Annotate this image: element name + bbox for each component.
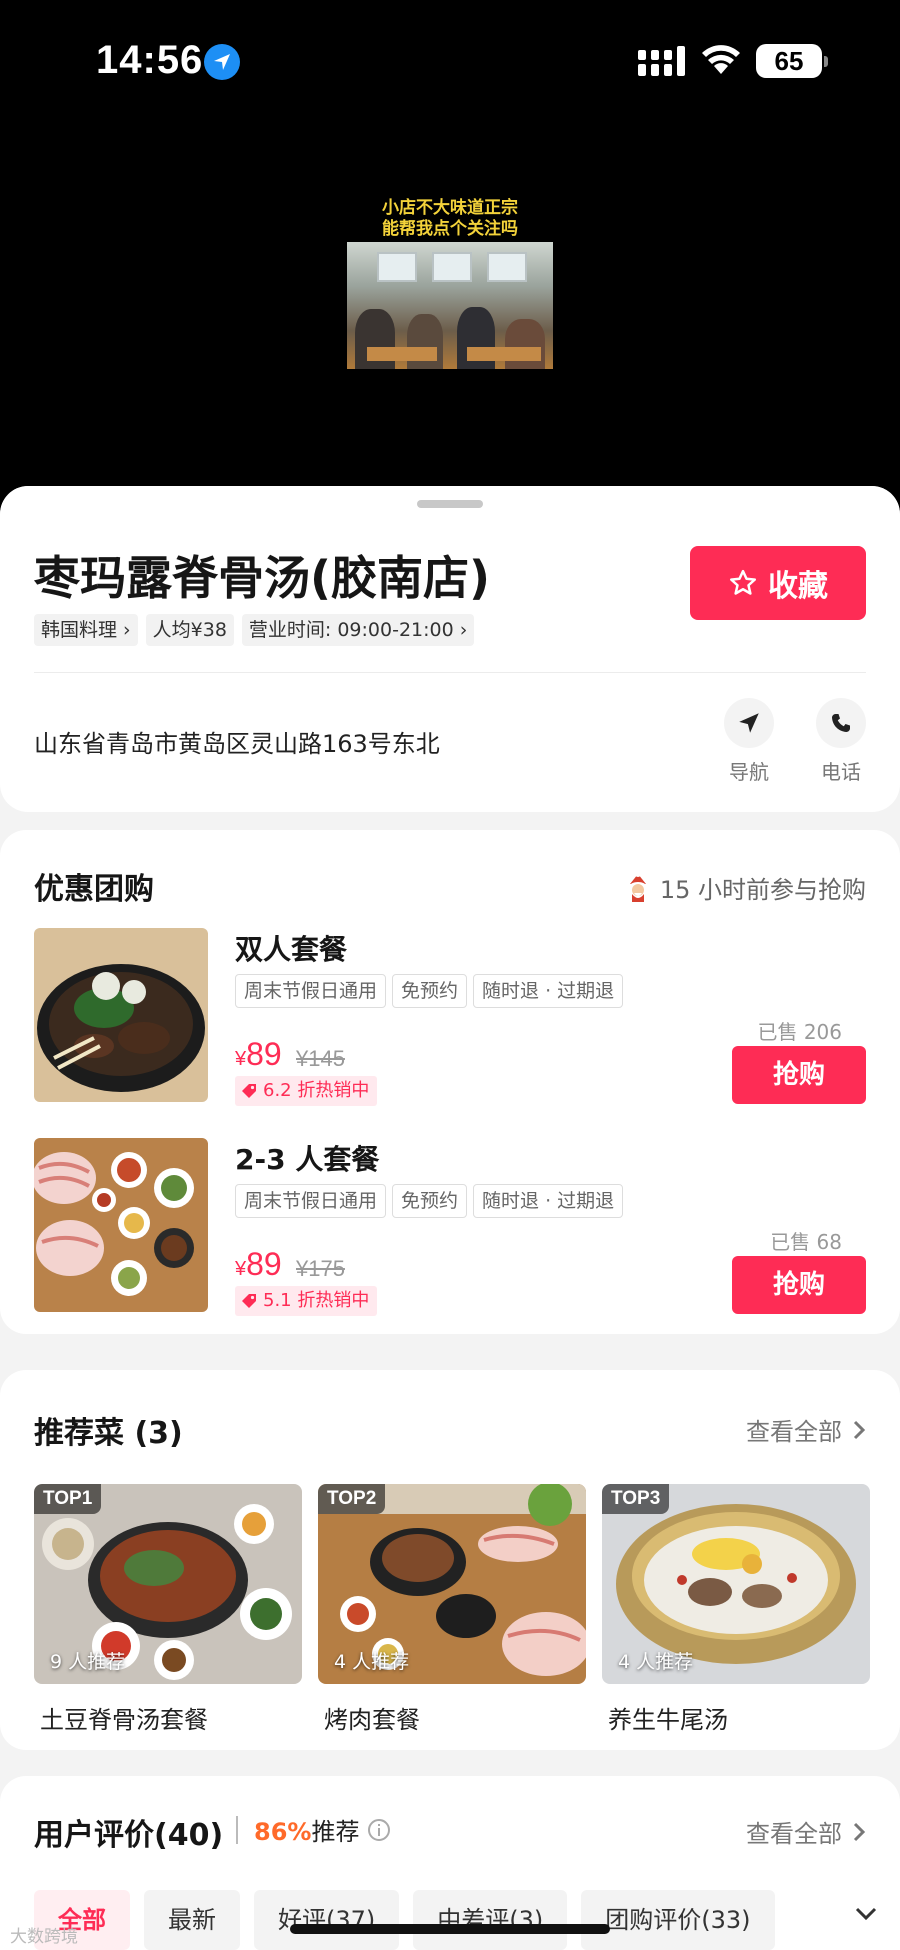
home-indicator[interactable] [290,1924,610,1934]
dish-image: TOP1 9 人推荐 [34,1484,302,1684]
battery-indicator: 65 [756,44,828,78]
deal-item[interactable]: 2-3 人套餐 周末节假日通用 免预约 随时退 · 过期退 ¥89 ¥175 5… [34,1138,866,1316]
cellular-signal-icon [638,46,685,76]
deal-discount-badge: 6.2 折热销中 [235,1076,378,1106]
dish-image: TOP2 4 人推荐 [318,1484,586,1684]
group-deals-card: 优惠团购 15 小时前参与抢购 双人套餐 周末节假日通用 免预约 随时退 · 过… [0,830,900,1334]
divider [34,672,866,673]
deal-image [34,928,208,1102]
deal-original-price: ¥175 [296,1256,345,1281]
recommended-dishes-card: 推荐菜 (3) 查看全部 TOP1 9 人推荐 土豆脊骨汤套餐 TOP2 4 人… [0,1370,900,1750]
table-shape [367,347,437,361]
deal-tag: 随时退 · 过期退 [473,1184,624,1218]
dish-card[interactable]: TOP1 9 人推荐 土豆脊骨汤套餐 [34,1484,302,1735]
dish-recommend-count: 4 人推荐 [334,1651,410,1673]
price-tag-icon [242,1294,256,1308]
dish-rank-badge: TOP2 [318,1484,386,1514]
review-tab-group-buy[interactable]: 团购评价(33) [581,1890,775,1950]
buy-button[interactable]: 抢购 [732,1046,866,1104]
navigate-label: 导航 [729,760,769,784]
call-label: 电话 [821,760,861,784]
dish-rank-badge: TOP1 [34,1484,102,1514]
deal-tag: 免预约 [392,1184,468,1218]
tag-avg-price: 人均¥38 [145,614,234,646]
santa-avatar-icon [629,871,646,902]
dish-recommend-count: 9 人推荐 [50,1651,126,1673]
buy-button[interactable]: 抢购 [732,1256,866,1314]
deal-sold-count: 已售 206 [757,1020,842,1044]
shop-info-card: 枣玛露脊骨汤(胶南店) 收藏 韩国料理 › 人均¥38 营业时间: 09:00-… [0,486,900,812]
video-preview[interactable]: 小店不大味道正宗 能帮我点个关注吗 [0,120,900,490]
video-caption: 小店不大味道正宗 能帮我点个关注吗 [382,198,518,239]
deal-name: 2-3 人套餐 [235,1143,380,1176]
recommend-rate: 86%推荐 [254,1812,391,1847]
dish-rank-badge: TOP3 [602,1484,670,1514]
deal-image [34,1138,208,1312]
window-shape [432,252,472,282]
deals-note: 15 小时前参与抢购 [624,870,866,905]
location-arrow-icon [204,44,240,80]
navigate-icon [724,698,774,748]
shop-name: 枣玛露脊骨汤(胶南店) [34,551,491,605]
deal-tag: 周末节假日通用 [235,974,387,1008]
chevron-right-icon [853,1420,866,1439]
favorite-label: 收藏 [768,569,828,604]
wifi-icon [702,45,740,74]
call-button[interactable]: 电话 [811,698,871,785]
tag-hours[interactable]: 营业时间: 09:00-21:00 › [241,614,475,646]
recommended-see-all[interactable]: 查看全部 [746,1412,866,1447]
chevron-right-icon [853,1822,866,1841]
info-icon[interactable] [367,1818,391,1842]
recommended-title: 推荐菜 (3) [34,1416,183,1451]
chevron-down-icon[interactable] [854,1906,878,1922]
navigate-button[interactable]: 导航 [719,698,779,785]
deal-item[interactable]: 双人套餐 周末节假日通用 免预约 随时退 · 过期退 ¥89 ¥145 6.2 … [34,928,866,1106]
dish-name: 土豆脊骨汤套餐 [40,1706,208,1734]
status-bar: 14:56 65 [0,0,900,120]
reviews-title: 用户评价(40) [34,1818,224,1853]
window-shape [487,252,527,282]
deal-tag: 随时退 · 过期退 [473,974,624,1008]
deal-tags: 周末节假日通用 免预约 随时退 · 过期退 [235,1184,624,1218]
video-thumbnail [347,242,553,369]
watermark: 大数跨境 [10,1927,78,1947]
dish-card[interactable]: TOP3 4 人推荐 养生牛尾汤 [602,1484,870,1735]
deal-tag: 周末节假日通用 [235,1184,387,1218]
dish-recommend-count: 4 人推荐 [618,1651,694,1673]
deal-discount-badge: 5.1 折热销中 [235,1286,378,1316]
shop-address[interactable]: 山东省青岛市黄岛区灵山路163号东北 [34,724,440,759]
status-time: 14:56 [96,38,204,82]
shop-detail-sheet: 枣玛露脊骨汤(胶南店) 收藏 韩国料理 › 人均¥38 营业时间: 09:00-… [0,486,900,1950]
shop-tags: 韩国料理 › 人均¥38 营业时间: 09:00-21:00 › [34,614,475,646]
review-tab-latest[interactable]: 最新 [144,1890,240,1950]
window-shape [377,252,417,282]
deal-tags: 周末节假日通用 免预约 随时退 · 过期退 [235,974,624,1008]
deal-price: ¥89 [235,1036,282,1072]
dish-name: 烤肉套餐 [324,1706,420,1734]
table-shape [467,347,541,361]
review-filter-tabs: 全部 最新 好评(37) 中差评(3) 团购评价(33) [34,1890,775,1950]
favorite-button[interactable]: 收藏 [690,546,866,620]
phone-icon [816,698,866,748]
deal-price: ¥89 [235,1246,282,1282]
star-icon [730,569,756,595]
deals-title: 优惠团购 [34,872,154,907]
deal-tag: 免预约 [392,974,468,1008]
deal-sold-count: 已售 68 [770,1230,842,1254]
deal-name: 双人套餐 [235,933,348,966]
sheet-grabber[interactable] [417,500,483,508]
person-shape [505,319,545,369]
reviews-see-all[interactable]: 查看全部 [746,1814,866,1849]
dish-image: TOP3 4 人推荐 [602,1484,870,1684]
review-tab-positive[interactable]: 好评(37) [254,1890,400,1950]
dish-card[interactable]: TOP2 4 人推荐 烤肉套餐 [318,1484,586,1735]
price-tag-icon [242,1084,256,1098]
divider [236,1816,238,1844]
deal-original-price: ¥145 [296,1046,345,1071]
review-tab-negative[interactable]: 中差评(3) [413,1890,568,1950]
dish-name: 养生牛尾汤 [608,1706,728,1734]
tag-cuisine[interactable]: 韩国料理 › [34,614,138,646]
